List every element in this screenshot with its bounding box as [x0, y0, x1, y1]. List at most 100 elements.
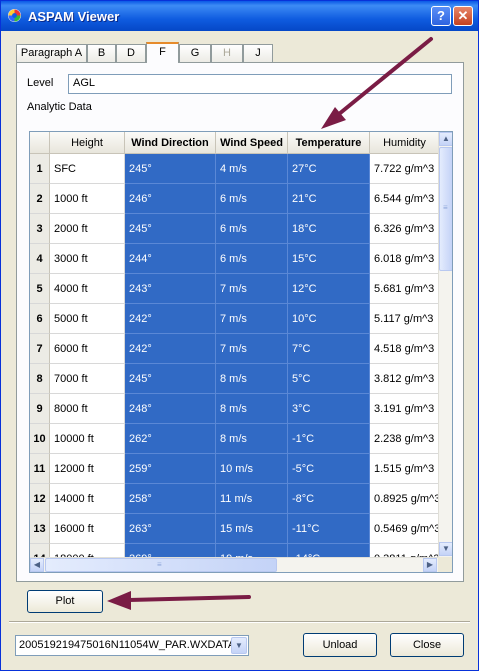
- table-cell[interactable]: 6.326 g/m^3: [370, 214, 440, 244]
- column-header-temperature[interactable]: Temperature: [288, 132, 370, 154]
- table-cell[interactable]: 245°: [125, 364, 216, 394]
- table-cell[interactable]: 7°C: [288, 334, 370, 364]
- table-cell[interactable]: 15°C: [288, 244, 370, 274]
- row-number[interactable]: 12: [30, 484, 50, 514]
- table-row[interactable]: 6 5000 ft 242° 7 m/s 10°C 5.117 g/m^3: [30, 304, 440, 334]
- table-row[interactable]: 1418000 ft269°19 m/s-14°C0.3811 g/m^3: [30, 544, 440, 557]
- table-row[interactable]: 2 1000 ft 246° 6 m/s 21°C 6.544 g/m^3: [30, 184, 440, 214]
- table-row[interactable]: 7 6000 ft 242° 7 m/s 7°C 4.518 g/m^3: [30, 334, 440, 364]
- row-number[interactable]: 3: [30, 214, 50, 244]
- table-row[interactable]: 12 14000 ft 258° 11 m/s -8°C 0.8925 g/m^3: [30, 484, 440, 514]
- table-cell[interactable]: 3.191 g/m^3: [370, 394, 440, 424]
- table-cell[interactable]: 243°: [125, 274, 216, 304]
- table-cell[interactable]: 263°: [125, 514, 216, 544]
- table-row[interactable]: 11 12000 ft 259° 10 m/s -5°C 1.515 g/m^3: [30, 454, 440, 484]
- table-cell[interactable]: 6 m/s: [216, 184, 288, 214]
- scroll-up-button[interactable]: ▲: [439, 132, 452, 146]
- table-cell[interactable]: 8 m/s: [216, 364, 288, 394]
- table-cell[interactable]: 248°: [125, 394, 216, 424]
- table-cell[interactable]: 242°: [125, 304, 216, 334]
- table-cell[interactable]: 0.5469 g/m^3: [370, 514, 440, 544]
- row-number[interactable]: 4: [30, 244, 50, 274]
- title-bar[interactable]: ASPAM Viewer ? ✕: [1, 1, 478, 31]
- row-number[interactable]: 14: [30, 544, 50, 557]
- tab-g[interactable]: G: [179, 44, 211, 62]
- tab-paragraph-a[interactable]: Paragraph A: [16, 44, 87, 62]
- tab-d[interactable]: D: [116, 44, 146, 62]
- horizontal-scroll-thumb[interactable]: ≡: [45, 558, 277, 572]
- table-cell[interactable]: 259°: [125, 454, 216, 484]
- table-cell[interactable]: 8 m/s: [216, 424, 288, 454]
- table-cell[interactable]: 19 m/s: [216, 544, 288, 557]
- scroll-right-button[interactable]: ▶: [423, 558, 437, 572]
- column-header-humidity[interactable]: Humidity: [370, 132, 440, 154]
- table-cell[interactable]: -14°C: [288, 544, 370, 557]
- table-cell[interactable]: 0.3811 g/m^3: [370, 544, 440, 557]
- table-cell[interactable]: 7 m/s: [216, 304, 288, 334]
- table-cell[interactable]: 10 m/s: [216, 454, 288, 484]
- table-cell[interactable]: 8000 ft: [50, 394, 125, 424]
- table-cell[interactable]: 7 m/s: [216, 274, 288, 304]
- table-row[interactable]: 5 4000 ft 243° 7 m/s 12°C 5.681 g/m^3: [30, 274, 440, 304]
- table-cell[interactable]: 7000 ft: [50, 364, 125, 394]
- row-number[interactable]: 5: [30, 274, 50, 304]
- dropdown-button[interactable]: ▼: [231, 637, 247, 654]
- table-cell[interactable]: 3000 ft: [50, 244, 125, 274]
- column-header-height[interactable]: Height: [50, 132, 125, 154]
- vertical-scrollbar[interactable]: ▲ ≡ ▼: [438, 132, 452, 557]
- row-number[interactable]: 9: [30, 394, 50, 424]
- tab-b[interactable]: B: [87, 44, 116, 62]
- column-header-wind-speed[interactable]: Wind Speed: [216, 132, 288, 154]
- table-cell[interactable]: 246°: [125, 184, 216, 214]
- table-cell[interactable]: 4000 ft: [50, 274, 125, 304]
- row-number[interactable]: 1: [30, 154, 50, 184]
- column-header-wind-direction[interactable]: Wind Direction: [125, 132, 216, 154]
- table-cell[interactable]: 6.544 g/m^3: [370, 184, 440, 214]
- table-cell[interactable]: 5°C: [288, 364, 370, 394]
- table-cell[interactable]: 3°C: [288, 394, 370, 424]
- table-cell[interactable]: 16000 ft: [50, 514, 125, 544]
- close-button[interactable]: Close: [390, 633, 464, 657]
- table-cell[interactable]: 1.515 g/m^3: [370, 454, 440, 484]
- table-row[interactable]: 3 2000 ft 245° 6 m/s 18°C 6.326 g/m^3: [30, 214, 440, 244]
- row-number[interactable]: 10: [30, 424, 50, 454]
- table-row[interactable]: 10 10000 ft 262° 8 m/s -1°C 2.238 g/m^3: [30, 424, 440, 454]
- horizontal-scrollbar[interactable]: ◀ ≡ ▶: [30, 557, 438, 572]
- table-cell[interactable]: 2000 ft: [50, 214, 125, 244]
- table-cell[interactable]: 242°: [125, 334, 216, 364]
- table-cell[interactable]: 12000 ft: [50, 454, 125, 484]
- tab-f[interactable]: F: [146, 42, 179, 63]
- level-field[interactable]: AGL: [68, 74, 452, 94]
- table-cell[interactable]: 3.812 g/m^3: [370, 364, 440, 394]
- table-cell[interactable]: 6000 ft: [50, 334, 125, 364]
- table-cell[interactable]: 6.018 g/m^3: [370, 244, 440, 274]
- vertical-scroll-thumb[interactable]: ≡: [439, 147, 452, 271]
- table-cell[interactable]: -11°C: [288, 514, 370, 544]
- table-cell[interactable]: 245°: [125, 154, 216, 184]
- table-cell[interactable]: 6 m/s: [216, 214, 288, 244]
- row-number[interactable]: 6: [30, 304, 50, 334]
- scroll-left-button[interactable]: ◀: [30, 558, 44, 572]
- table-cell[interactable]: 14000 ft: [50, 484, 125, 514]
- table-cell[interactable]: -8°C: [288, 484, 370, 514]
- table-cell[interactable]: 258°: [125, 484, 216, 514]
- table-cell[interactable]: 4 m/s: [216, 154, 288, 184]
- table-cell[interactable]: 269°: [125, 544, 216, 557]
- row-number[interactable]: 2: [30, 184, 50, 214]
- table-cell[interactable]: 8 m/s: [216, 394, 288, 424]
- table-cell[interactable]: -1°C: [288, 424, 370, 454]
- scroll-down-button[interactable]: ▼: [439, 542, 452, 556]
- table-cell[interactable]: 12°C: [288, 274, 370, 304]
- table-cell[interactable]: 11 m/s: [216, 484, 288, 514]
- table-cell[interactable]: 5.681 g/m^3: [370, 274, 440, 304]
- plot-button[interactable]: Plot: [27, 590, 103, 613]
- table-cell[interactable]: 7.722 g/m^3: [370, 154, 440, 184]
- row-number[interactable]: 7: [30, 334, 50, 364]
- table-row[interactable]: 8 7000 ft 245° 8 m/s 5°C 3.812 g/m^3: [30, 364, 440, 394]
- help-button[interactable]: ?: [431, 6, 451, 26]
- analytic-data-table[interactable]: Height Wind Direction Wind Speed Tempera…: [29, 131, 453, 573]
- table-cell[interactable]: 10°C: [288, 304, 370, 334]
- table-row[interactable]: 13 16000 ft 263° 15 m/s -11°C 0.5469 g/m^3: [30, 514, 440, 544]
- table-cell[interactable]: 2.238 g/m^3: [370, 424, 440, 454]
- table-cell[interactable]: 245°: [125, 214, 216, 244]
